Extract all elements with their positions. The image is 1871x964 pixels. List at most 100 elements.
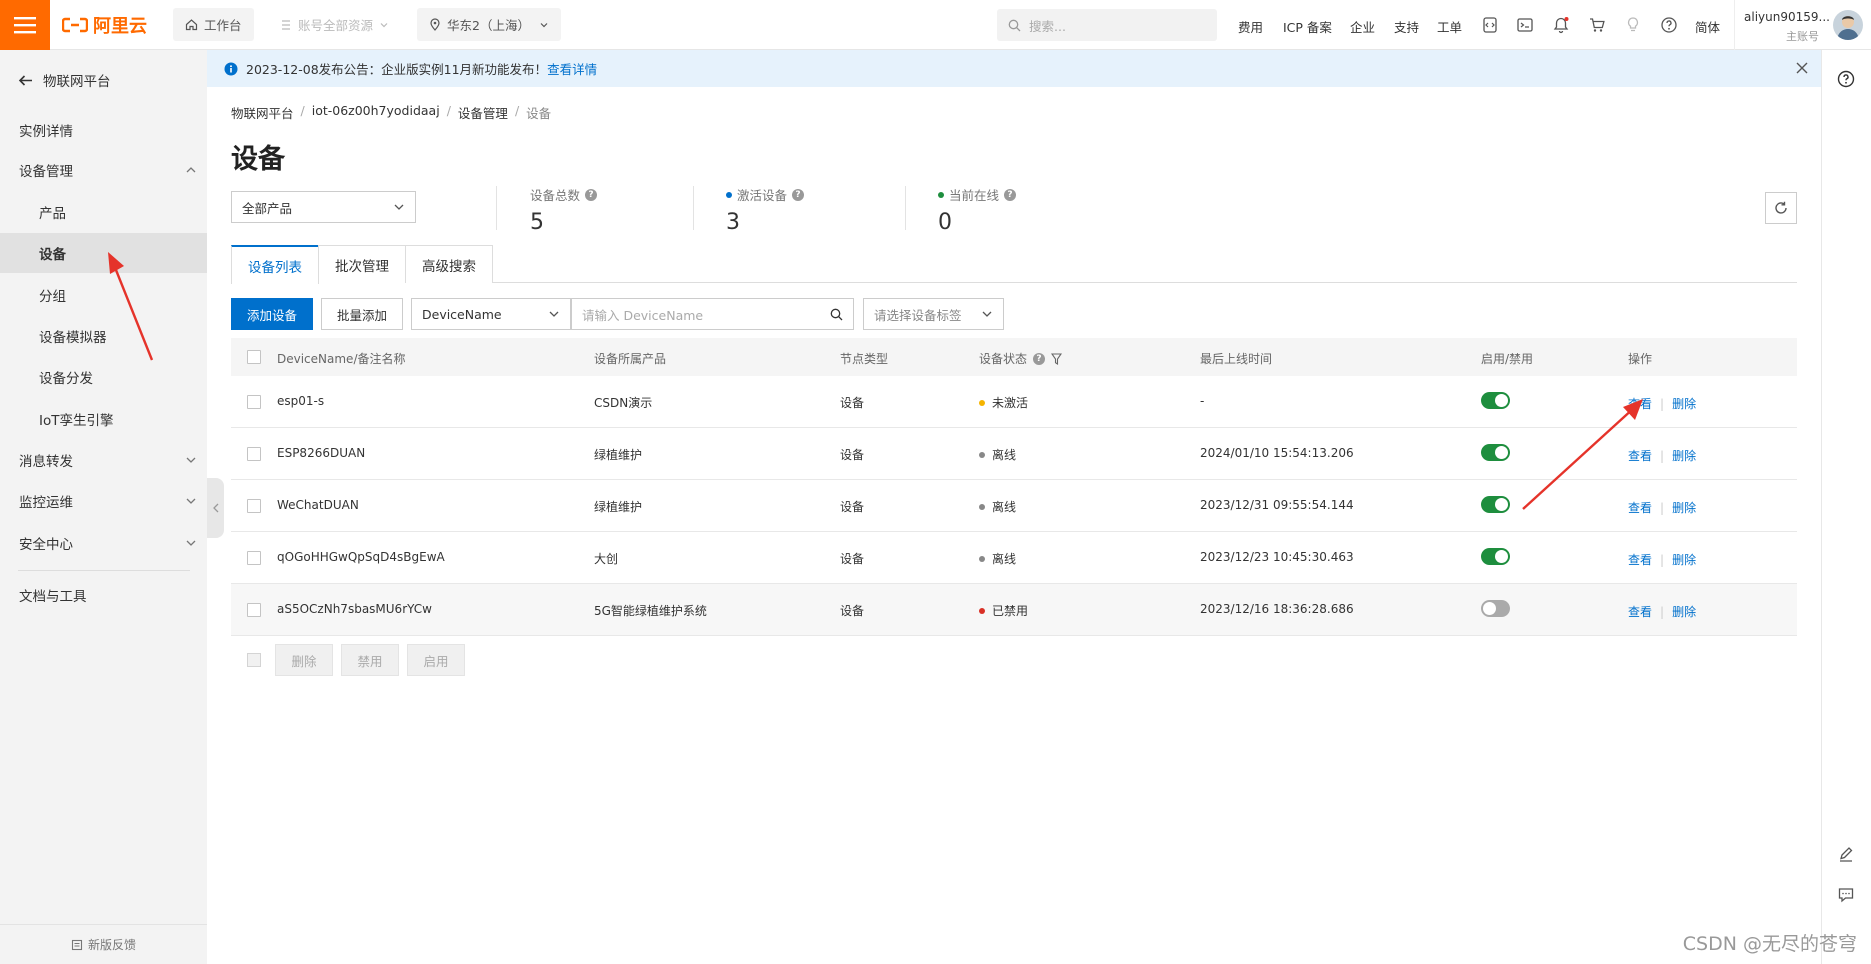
device-tag-placeholder: 请选择设备标签	[874, 307, 962, 323]
add-device-button[interactable]: 添加设备	[231, 298, 313, 330]
row-checkbox[interactable]	[247, 447, 261, 461]
edit-icon[interactable]	[1837, 846, 1855, 864]
table-row[interactable]: WeChatDUAN 绿植维护 设备 离线 2023/12/31 09:55:54.14…	[231, 480, 1797, 532]
table-row[interactable]: ESP8266DUAN 绿植维护 设备 离线 2024/01/10 15:54:13.2…	[231, 428, 1797, 480]
search-field-select[interactable]: DeviceName	[411, 298, 571, 330]
row-checkbox[interactable]	[247, 551, 261, 565]
announcement-link[interactable]: 查看详情	[547, 59, 597, 78]
language-switch[interactable]: 简体	[1695, 17, 1720, 36]
enable-toggle[interactable]	[1481, 548, 1510, 565]
cart-icon[interactable]	[1588, 16, 1606, 34]
device-tag-select[interactable]: 请选择设备标签	[863, 298, 1004, 330]
announcement-text: 2023-12-08发布公告：企业版实例11月新功能发布！	[246, 62, 548, 77]
table-row[interactable]: aS5OCzNh7sbasMU6rYCw 5G智能绿植维护系统 设备 已禁用 2023/…	[231, 584, 1797, 636]
sidebar-item-iot-twin-engine[interactable]: IoT孪生引擎	[0, 399, 207, 439]
enable-toggle[interactable]	[1481, 600, 1510, 617]
product-filter-select[interactable]: 全部产品	[231, 191, 416, 223]
bulk-select-checkbox[interactable]	[247, 653, 261, 667]
avatar	[1833, 10, 1863, 40]
close-icon[interactable]	[1795, 61, 1809, 75]
tab-batch-management[interactable]: 批次管理	[318, 245, 406, 283]
breadcrumb-item[interactable]: 物联网平台	[231, 103, 294, 122]
sidebar-item-message-forwarding[interactable]: 消息转发	[0, 440, 207, 480]
row-checkbox[interactable]	[247, 499, 261, 513]
bulk-delete-button[interactable]: 删除	[275, 644, 333, 676]
table-row[interactable]: qOGoHHGwQpSqD4sBgEwA 大创 设备 离线 2023/12/23 10:…	[231, 532, 1797, 584]
search-icon[interactable]	[830, 308, 843, 321]
refresh-button[interactable]	[1765, 192, 1797, 224]
workbench-button[interactable]: 工作台	[173, 8, 254, 41]
row-checkbox[interactable]	[247, 603, 261, 617]
delete-link[interactable]: 删除	[1672, 551, 1696, 568]
sidebar-collapse-handle[interactable]	[207, 478, 224, 538]
sidebar-item-instance-detail[interactable]: 实例详情	[0, 110, 207, 150]
sidebar-item-group[interactable]: 分组	[0, 275, 207, 315]
breadcrumb-item[interactable]: iot-06z00h7yodidaaj	[312, 103, 440, 122]
top-link-support[interactable]: 支持	[1394, 17, 1419, 36]
row-checkbox[interactable]	[247, 395, 261, 409]
sidebar-item-device[interactable]: 设备	[0, 233, 207, 273]
account-resources-select[interactable]: 账号全部资源	[268, 8, 401, 41]
help-icon[interactable]: ?	[792, 188, 805, 201]
batch-add-button[interactable]: 批量添加	[321, 298, 403, 330]
view-link[interactable]: 查看	[1628, 395, 1652, 412]
sidebar-item-product[interactable]: 产品	[0, 192, 207, 232]
region-select[interactable]: 华东2（上海）	[417, 8, 561, 41]
user-menu[interactable]: aliyun90159... 主账号	[1734, 0, 1871, 50]
sidebar-item-security-center[interactable]: 安全中心	[0, 523, 207, 563]
sidebar-item-device-management[interactable]: 设备管理	[0, 150, 207, 190]
device-search-input[interactable]: 请输入 DeviceName	[571, 298, 854, 330]
view-link[interactable]: 查看	[1628, 499, 1652, 516]
bell-icon[interactable]	[1552, 16, 1570, 34]
cell-product: 5G智能绿植维护系统	[594, 604, 707, 618]
top-link-enterprise[interactable]: 企业	[1350, 17, 1375, 36]
enable-toggle[interactable]	[1481, 392, 1510, 409]
cell-device-name: WeChatDUAN	[277, 498, 359, 512]
top-link-icp[interactable]: ICP 备案	[1283, 17, 1332, 36]
delete-link[interactable]: 删除	[1672, 499, 1696, 516]
code-icon[interactable]	[1481, 16, 1499, 34]
view-link[interactable]: 查看	[1628, 447, 1652, 464]
delete-link[interactable]: 删除	[1672, 395, 1696, 412]
tab-device-list[interactable]: 设备列表	[231, 245, 319, 284]
chat-icon[interactable]	[1837, 886, 1855, 904]
chevron-up-icon	[186, 167, 196, 173]
menu-button[interactable]	[0, 0, 50, 50]
sidebar-item-device-simulator[interactable]: 设备模拟器	[0, 316, 207, 356]
table-row[interactable]: esp01-s CSDN演示 设备 未激活 - 查看 | 删除	[231, 376, 1797, 428]
delete-link[interactable]: 删除	[1672, 447, 1696, 464]
help-icon[interactable]	[1660, 16, 1678, 34]
filter-icon[interactable]	[1051, 352, 1063, 365]
terminal-icon[interactable]	[1516, 16, 1534, 34]
sidebar-item-monitoring[interactable]: 监控运维	[0, 481, 207, 521]
status-text: 离线	[992, 448, 1017, 462]
lightbulb-icon[interactable]	[1624, 16, 1642, 34]
view-link[interactable]: 查看	[1628, 603, 1652, 620]
top-link-billing[interactable]: 费用	[1238, 17, 1263, 36]
status-dot-icon	[726, 191, 732, 198]
sidebar-item-docs-tools[interactable]: 文档与工具	[0, 575, 207, 615]
enable-toggle[interactable]	[1481, 444, 1510, 461]
stat-label: 当前在线	[949, 188, 1000, 203]
sidebar-item-device-distribution[interactable]: 设备分发	[0, 357, 207, 397]
feedback-button[interactable]: 新版反馈	[0, 924, 207, 964]
bulk-disable-button[interactable]: 禁用	[341, 644, 399, 676]
aliyun-logo[interactable]: 阿里云	[62, 13, 147, 37]
top-link-ticket[interactable]: 工单	[1437, 17, 1462, 36]
help-icon[interactable]: ?	[1033, 352, 1046, 365]
sidebar-item-label: 消息转发	[19, 454, 73, 470]
help-circle-icon[interactable]	[1837, 70, 1855, 88]
back-to-iot-platform[interactable]: 物联网平台	[18, 70, 111, 90]
view-link[interactable]: 查看	[1628, 551, 1652, 568]
help-icon[interactable]: ?	[585, 188, 598, 201]
tab-advanced-search[interactable]: 高级搜索	[405, 245, 493, 283]
bulk-enable-button[interactable]: 启用	[407, 644, 465, 676]
help-icon[interactable]: ?	[1004, 188, 1017, 201]
global-search-input[interactable]: 搜索...	[997, 9, 1217, 41]
enable-toggle[interactable]	[1481, 496, 1510, 513]
select-all-checkbox[interactable]	[247, 350, 261, 364]
breadcrumb-item[interactable]: 设备管理	[458, 103, 508, 122]
delete-link[interactable]: 删除	[1672, 603, 1696, 620]
tab-bar: 设备列表 批次管理 高级搜索	[231, 245, 1797, 284]
cell-node-type: 设备	[840, 396, 865, 410]
